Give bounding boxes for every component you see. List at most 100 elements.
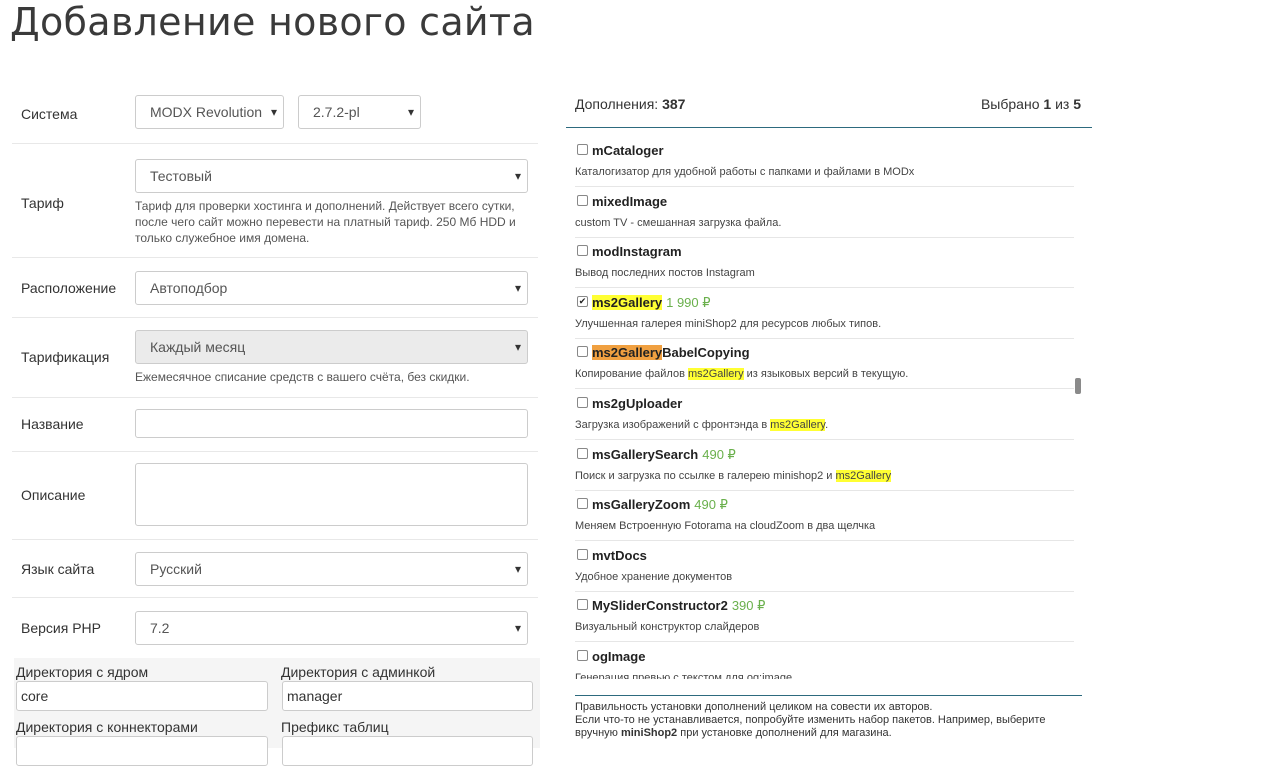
desc-text: из языковых версий в текущую.	[743, 368, 909, 381]
addon-price: 490 ₽	[702, 446, 736, 462]
addon-item: msGalleryZoom 490 ₽ Меняем Встроенную Foto…	[575, 490, 1074, 542]
row-language: Язык сайта Русский	[12, 540, 538, 598]
row-tariff: Тариф Тестовый Тариф для проверки хостин…	[12, 144, 538, 258]
tariff-select[interactable]: Тестовый	[135, 159, 528, 193]
row-php: Версия PHP 7.2	[12, 598, 538, 658]
row-billing: Тарификация Каждый месяц Ежемесячное спи…	[12, 318, 538, 398]
addon-description: Меняем Встроенную Fotorama на cloudZoom …	[575, 520, 876, 533]
tariff-hint: Тариф для проверки хостинга и дополнений…	[135, 199, 516, 245]
addon-description: Удобное хранение документов	[575, 570, 733, 583]
desc-text: Загрузка изображений с фронтэнда в	[575, 419, 771, 431]
addon-name[interactable]: mvtDocs	[592, 548, 647, 563]
addon-name[interactable]: mCataloger	[592, 143, 664, 158]
addon-name-highlight: ms2Gallery	[592, 345, 663, 361]
table-prefix-label: Префикс таблиц	[281, 719, 389, 735]
addon-item: MySliderConstructor2 390 ₽ Визуальный конс…	[575, 591, 1074, 643]
addon-list-scrollbar[interactable]	[1075, 378, 1081, 394]
desc-text: .	[825, 419, 829, 431]
desc-highlight: ms2Gallery	[835, 469, 892, 482]
addon-checkbox[interactable]	[577, 548, 588, 560]
billing-label: Тарификация	[21, 349, 110, 365]
tariff-label: Тариф	[21, 195, 64, 211]
directories-panel: Директория с ядром Директория с админкой…	[14, 658, 540, 766]
php-select[interactable]: 7.2	[135, 611, 528, 645]
row-system: Система MODX Revolution 2.7.2-pl	[12, 84, 538, 144]
addon-checkbox[interactable]	[577, 397, 588, 408]
addon-description: Загрузка изображений с фронтэнда в ms2Ga…	[575, 419, 828, 431]
addon-checkbox[interactable]	[577, 599, 588, 611]
connectors-dir-input[interactable]	[16, 736, 268, 766]
addon-name[interactable]: modInstagram	[592, 244, 682, 259]
addon-list[interactable]: mCataloger Каталогизатор для удобной рабо…	[566, 136, 1076, 679]
location-select[interactable]: Автоподбор	[135, 271, 528, 305]
location-label: Расположение	[21, 280, 117, 296]
addon-name-text: MySliderConstructor2	[592, 598, 728, 614]
addon-name[interactable]: msGallerySearch 490 ₽	[592, 447, 736, 463]
desc-text: Поиск и загрузка по ссылке в галерею min…	[575, 469, 836, 482]
billing-hint: Ежемесячное списание средств с вашего сч…	[135, 370, 470, 384]
core-dir-label: Директория с ядром	[16, 664, 149, 680]
row-name: Название	[12, 398, 538, 452]
addon-checkbox[interactable]	[577, 346, 588, 358]
addons-footer-note: Правильность установки дополнений целико…	[575, 701, 1046, 739]
page-title: Добавление нового сайта	[10, 0, 535, 44]
addon-price: 390 ₽	[731, 598, 766, 614]
addon-item: msGallerySearch 490 ₽ Поиск и загрузка по …	[575, 440, 1074, 491]
addon-description: custom TV - смешанная загрузка файла.	[575, 216, 782, 229]
manager-dir-label: Директория с админкой	[281, 664, 436, 680]
connectors-dir-label: Директория с коннекторами	[16, 719, 198, 735]
addon-name-text: mixedImage	[592, 193, 668, 209]
addon-description: Визуальный конструктор слайдеров	[575, 621, 760, 634]
addon-checkbox[interactable]: ✔	[577, 295, 588, 307]
addon-item: mvtDocs Удобное хранение документов	[575, 541, 1074, 592]
cms-version-select[interactable]: 2.7.2-pl	[298, 95, 421, 129]
addon-name[interactable]: ms2Gallery 1 990 ₽	[592, 294, 711, 311]
row-description: Описание	[12, 452, 538, 540]
addon-checkbox[interactable]	[577, 447, 588, 459]
language-select[interactable]: Русский	[135, 552, 528, 586]
language-label: Язык сайта	[21, 561, 95, 577]
addon-checkbox[interactable]	[577, 144, 588, 155]
addon-name-text: modInstagram	[592, 244, 682, 260]
desc-text: Копирование файлов	[575, 368, 688, 381]
addon-name[interactable]: msGalleryZoom 490 ₽	[592, 497, 728, 513]
addon-item: ogImage Генерация превью с текстом для og…	[575, 642, 1074, 679]
addon-item: mixedImage custom TV - смешанная загрузка…	[575, 187, 1074, 238]
addon-description: Поиск и загрузка по ссылке в галерею min…	[575, 469, 892, 482]
description-textarea[interactable]	[135, 463, 528, 526]
addon-checkbox[interactable]	[577, 498, 588, 510]
addon-name[interactable]: ms2GalleryBabelCopying	[592, 345, 750, 361]
addon-checkbox[interactable]	[577, 194, 588, 206]
addon-name-text: ms2Gallery	[592, 294, 663, 310]
addon-description: Улучшенная галерея miniShop2 для ресурсо…	[575, 317, 882, 330]
addons-header: Дополнения: 387 Выбрано 1 из 5	[566, 84, 1092, 128]
billing-select[interactable]: Каждый месяц	[135, 330, 528, 364]
addon-name[interactable]: ms2gUploader	[592, 396, 682, 411]
addon-name[interactable]: ogImage	[592, 649, 645, 664]
addon-price: 1 990 ₽	[666, 294, 711, 310]
addon-name[interactable]: MySliderConstructor2 390 ₽	[592, 598, 765, 614]
addon-name-text: msGallerySearch	[592, 446, 699, 462]
addon-name[interactable]: mixedImage	[592, 194, 667, 209]
addon-price: 490 ₽	[694, 497, 728, 513]
manager-dir-input[interactable]	[282, 681, 533, 711]
addon-name-text: mCataloger	[592, 143, 664, 158]
addons-selected: Выбрано 1 из 5	[980, 96, 1081, 112]
addon-description: Каталогизатор для удобной работы с папка…	[575, 166, 915, 178]
addon-item: ms2GalleryBabelCopying Копирование файлов…	[575, 338, 1074, 390]
addon-name-rest: BabelCopying	[662, 345, 750, 361]
cms-select[interactable]: MODX Revolution	[135, 95, 284, 129]
addon-description: Вывод последних постов Instagram	[575, 267, 755, 280]
core-dir-input[interactable]	[16, 681, 268, 711]
desc-highlight: ms2Gallery	[770, 419, 826, 431]
name-input[interactable]	[135, 409, 528, 438]
addon-name-text: msGalleryZoom	[592, 497, 691, 513]
addon-description: Генерация превью с текстом для og:image	[575, 672, 793, 679]
addon-name-text: ms2gUploader	[592, 396, 683, 411]
table-prefix-input[interactable]	[282, 736, 533, 766]
name-label: Название	[21, 416, 84, 432]
addon-checkbox[interactable]	[577, 650, 588, 661]
php-label: Версия PHP	[21, 620, 101, 636]
addon-checkbox[interactable]	[577, 245, 588, 257]
row-location: Расположение Автоподбор	[12, 258, 538, 318]
